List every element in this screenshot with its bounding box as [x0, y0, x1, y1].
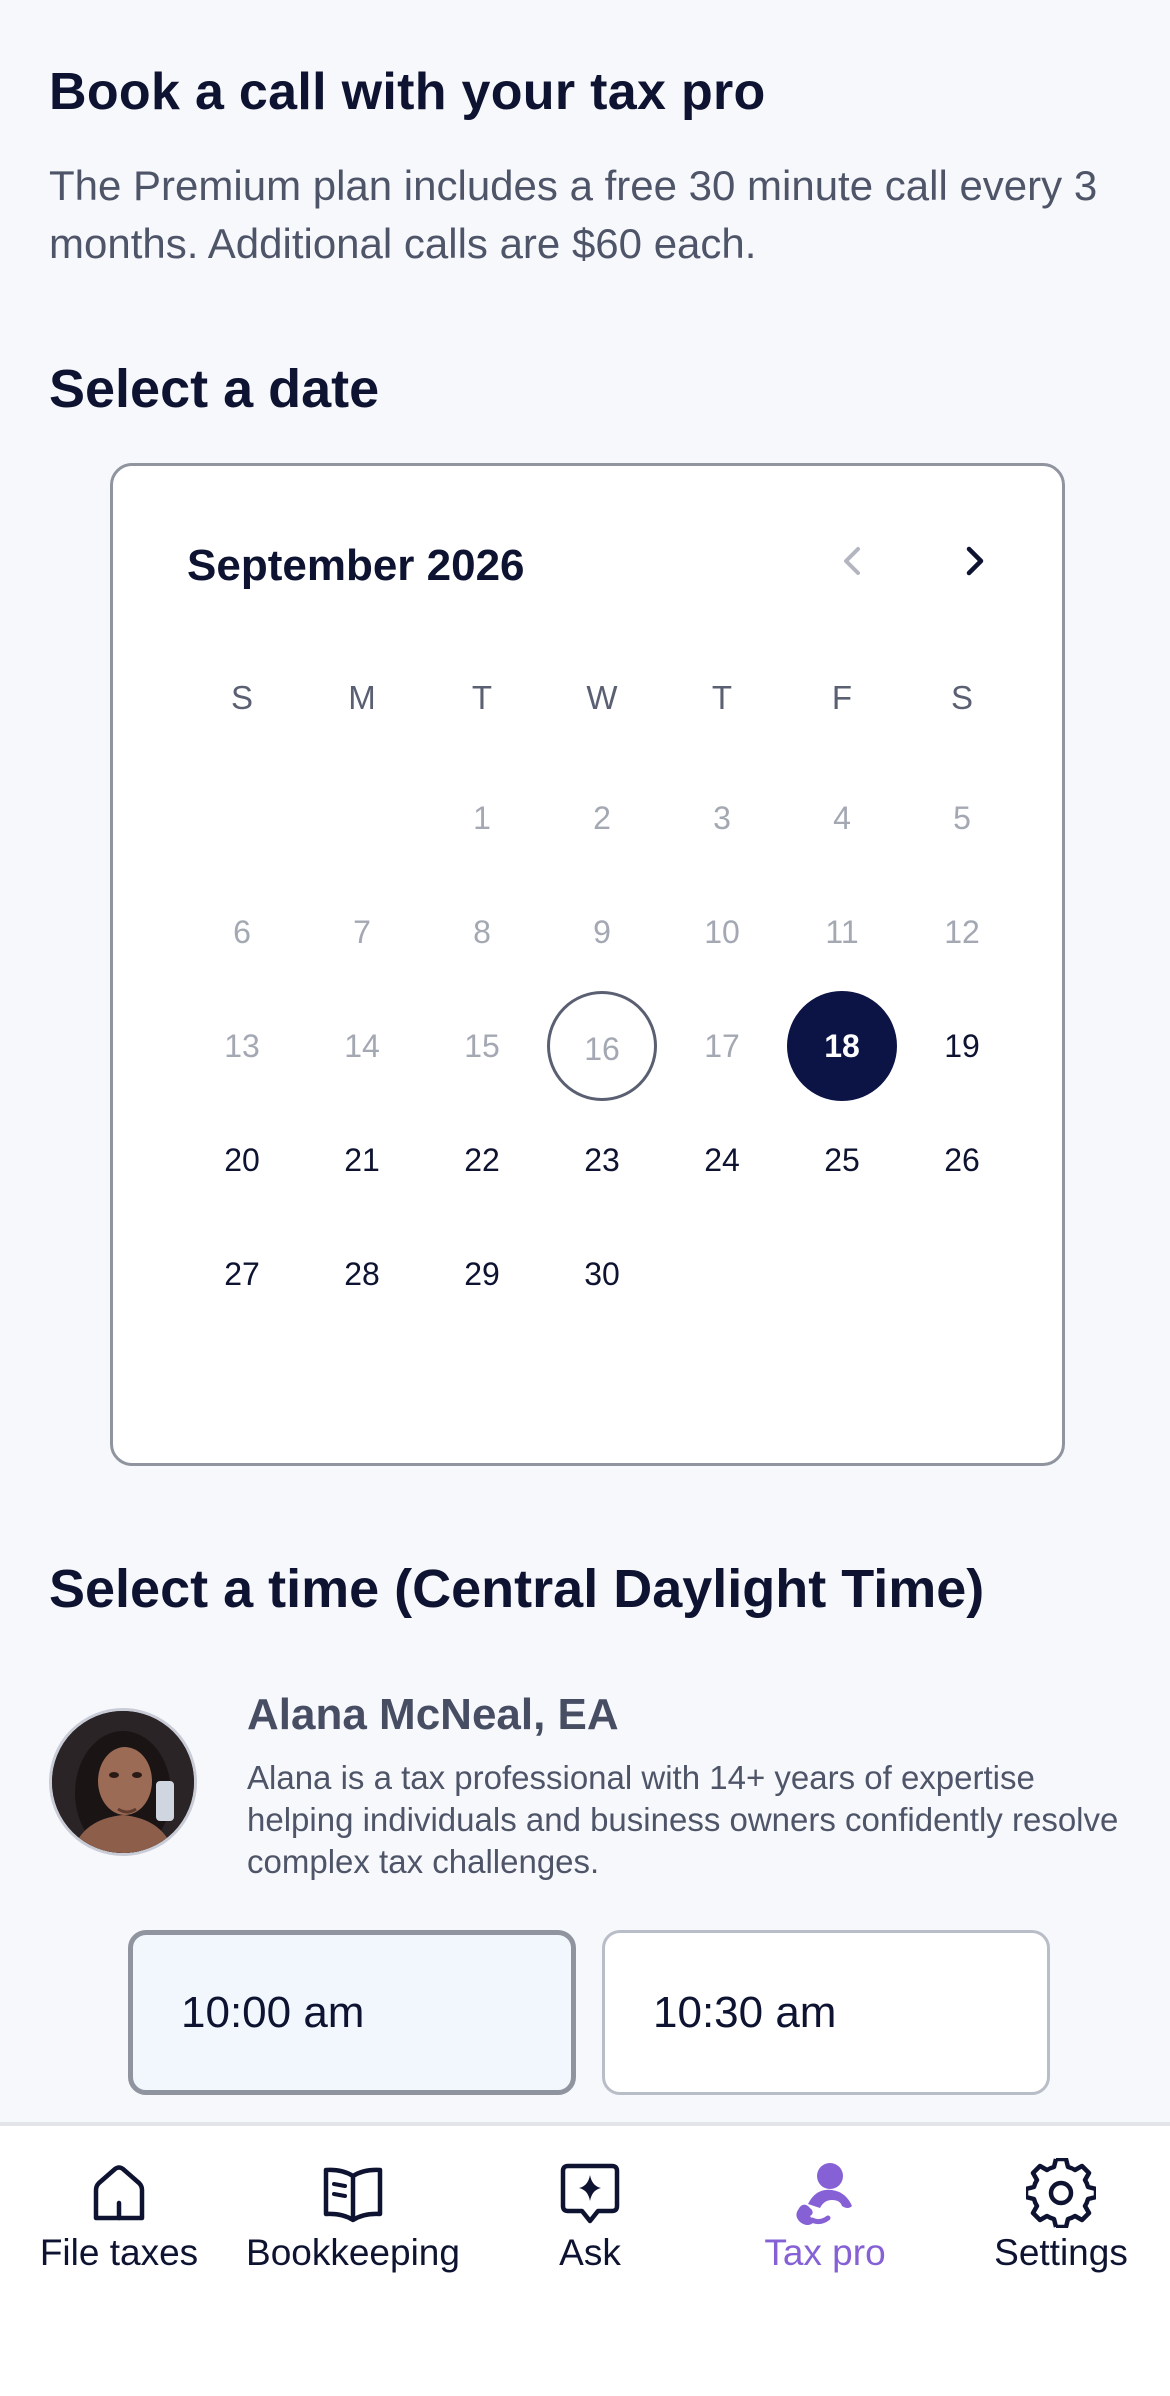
tab-label: Tax pro — [764, 2232, 886, 2273]
tab-bookkeeping[interactable]: Bookkeeping — [233, 2126, 473, 2286]
tab-label: Bookkeeping — [246, 2232, 460, 2273]
calendar-day-unavailable: 1 — [473, 800, 491, 836]
chevron-left-icon — [844, 547, 860, 575]
calendar-day[interactable]: 20 — [187, 1105, 297, 1215]
calendar-day-unavailable: 7 — [353, 914, 371, 950]
calendar-day[interactable]: 29 — [427, 1219, 537, 1329]
calendar-day-unavailable: 6 — [233, 914, 251, 950]
tax-pro-name: Alana McNeal, EA — [247, 1690, 619, 1739]
calendar-day-unavailable: 15 — [464, 1028, 500, 1064]
tab-settings[interactable]: Settings — [941, 2126, 1170, 2286]
weekday-label: M — [348, 679, 376, 716]
calendar-day-unavailable: 17 — [704, 1028, 740, 1064]
calendar-day[interactable]: 22 — [427, 1105, 537, 1215]
plan-description: The Premium plan includes a free 30 minu… — [49, 162, 1098, 267]
weekday-label: S — [230, 679, 253, 716]
next-month-button[interactable] — [939, 526, 1009, 596]
calendar-day[interactable]: 21 — [307, 1105, 417, 1215]
weekday-label: T — [471, 679, 493, 716]
calendar-day-unavailable: 13 — [224, 1028, 260, 1064]
home-icon — [93, 2165, 145, 2221]
calendar-month-label: September 2026 — [187, 541, 525, 590]
tax-pro-avatar — [49, 1708, 197, 1856]
tab-label: Ask — [559, 2232, 621, 2273]
calendar-day-unavailable: 9 — [593, 914, 611, 950]
calendar-day[interactable]: 23 — [547, 1105, 657, 1215]
time-slot-button-selected[interactable]: 10:00 am — [128, 1930, 576, 2095]
time-slot-button[interactable]: 10:30 am — [602, 1930, 1050, 2095]
sparkle-chat-icon — [560, 2163, 620, 2224]
calendar-day-unavailable: 12 — [944, 914, 980, 950]
chevron-right-icon — [966, 546, 984, 576]
tab-label: File taxes — [39, 2232, 199, 2273]
tab-ask[interactable]: Ask — [470, 2126, 710, 2286]
booking-screen: Book a call with your tax pro The Premiu… — [0, 0, 1170, 2396]
page-title: Book a call with your tax pro — [49, 63, 766, 121]
calendar-day-unavailable: 4 — [833, 800, 851, 836]
calendar-day-unavailable: 3 — [713, 800, 731, 836]
calendar-day-unavailable: 14 — [344, 1028, 380, 1064]
weekday-label: F — [831, 679, 853, 716]
tax-pro-bio: Alana is a tax professional with 14+ yea… — [247, 1759, 1119, 1880]
previous-month-button[interactable] — [819, 526, 889, 596]
tab-label: Settings — [994, 2232, 1128, 2273]
calendar-day[interactable]: 24 — [667, 1105, 777, 1215]
calendar-day[interactable]: 26 — [907, 1105, 1017, 1215]
calendar-day[interactable]: 25 — [787, 1105, 897, 1215]
calendar-day[interactable]: 28 — [307, 1219, 417, 1329]
tab-file-taxes[interactable]: File taxes — [0, 2126, 239, 2286]
select-date-heading: Select a date — [49, 359, 380, 419]
calendar-day-unavailable: 5 — [953, 800, 971, 836]
select-time-heading: Select a time (Central Daylight Time) — [49, 1559, 985, 1619]
weekday-label: T — [711, 679, 733, 716]
weekday-label: S — [950, 679, 973, 716]
book-icon — [323, 2167, 383, 2223]
calendar-day[interactable]: 19 — [907, 991, 1017, 1101]
calendar-day-unavailable: 8 — [473, 914, 491, 950]
calendar-day-unavailable: 11 — [825, 914, 859, 950]
calendar-day-unavailable: 10 — [704, 914, 740, 950]
calendar-day-selected[interactable]: 18 — [787, 991, 897, 1101]
calendar-day[interactable]: 27 — [187, 1219, 297, 1329]
calendar: September 2026 S M T W T F S 1 2 3 4 5 6 7 8 9 10 11 12 13 1… — [110, 463, 1065, 1466]
gear-icon — [1026, 2158, 1096, 2228]
calendar-day[interactable]: 30 — [547, 1219, 657, 1329]
person-phone-icon — [796, 2163, 852, 2225]
weekday-label: W — [586, 679, 618, 716]
calendar-day-unavailable: 2 — [593, 800, 611, 836]
tab-tax-pro[interactable]: Tax pro — [705, 2126, 945, 2286]
calendar-day-today: 16 — [547, 991, 657, 1101]
bottom-tab-bar: File taxes Bookkeeping Ask Tax pro Setti… — [0, 2122, 1170, 2396]
